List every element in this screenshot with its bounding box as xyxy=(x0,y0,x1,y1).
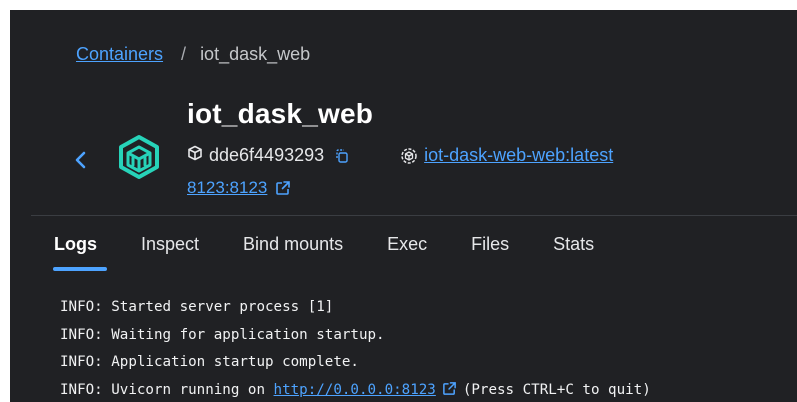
breadcrumb-containers-link[interactable]: Containers xyxy=(76,44,163,65)
container-id: dde6f4493293 xyxy=(209,145,325,165)
port-link[interactable]: 8123:8123 xyxy=(187,178,267,198)
tab-bar: Logs Inspect Bind mounts Exec Files Stat… xyxy=(53,234,638,271)
log-url-link[interactable]: http://0.0.0.0:8123 xyxy=(274,382,436,398)
tab-files[interactable]: Files xyxy=(471,234,509,265)
log-text: INFO: Uvicorn running on xyxy=(60,381,274,398)
container-title: iot_dask_web xyxy=(187,98,374,129)
image-link[interactable]: iot-dask-web-web:latest xyxy=(424,145,613,166)
tab-bind-mounts[interactable]: Bind mounts xyxy=(243,234,343,265)
external-link-icon[interactable] xyxy=(442,381,457,396)
back-chevron-icon[interactable] xyxy=(74,150,88,175)
copy-icon[interactable] xyxy=(334,148,350,164)
log-output: INFO: Started server process [1] INFO: W… xyxy=(60,297,651,402)
tab-stats[interactable]: Stats xyxy=(553,234,594,265)
tab-inspect[interactable]: Inspect xyxy=(141,234,199,265)
container-detail-panel: Containers / iot_dask_web iot_dask_web d… xyxy=(10,10,797,402)
log-line: INFO: Started server process [1] xyxy=(60,299,334,315)
external-link-icon[interactable] xyxy=(275,180,291,196)
header-divider xyxy=(31,215,797,216)
container-meta: dde6f4493293 iot-dask-web-web:latest xyxy=(187,145,613,166)
container-icon xyxy=(116,134,162,185)
tab-logs[interactable]: Logs xyxy=(53,234,107,271)
breadcrumb-current: iot_dask_web xyxy=(200,44,311,64)
log-text: (Press CTRL+C to quit) xyxy=(462,381,651,398)
breadcrumb-separator: / xyxy=(181,44,187,64)
log-line: INFO: Uvicorn running on http://0.0.0.0:… xyxy=(60,380,651,402)
port-row: 8123:8123 xyxy=(187,178,291,198)
log-line: INFO: Waiting for application startup. xyxy=(60,326,385,343)
breadcrumb: Containers / iot_dask_web xyxy=(76,44,310,65)
log-line: INFO: Application startup complete. xyxy=(60,354,359,370)
tab-exec[interactable]: Exec xyxy=(387,234,427,265)
image-icon xyxy=(400,147,418,165)
cube-icon xyxy=(187,145,203,166)
